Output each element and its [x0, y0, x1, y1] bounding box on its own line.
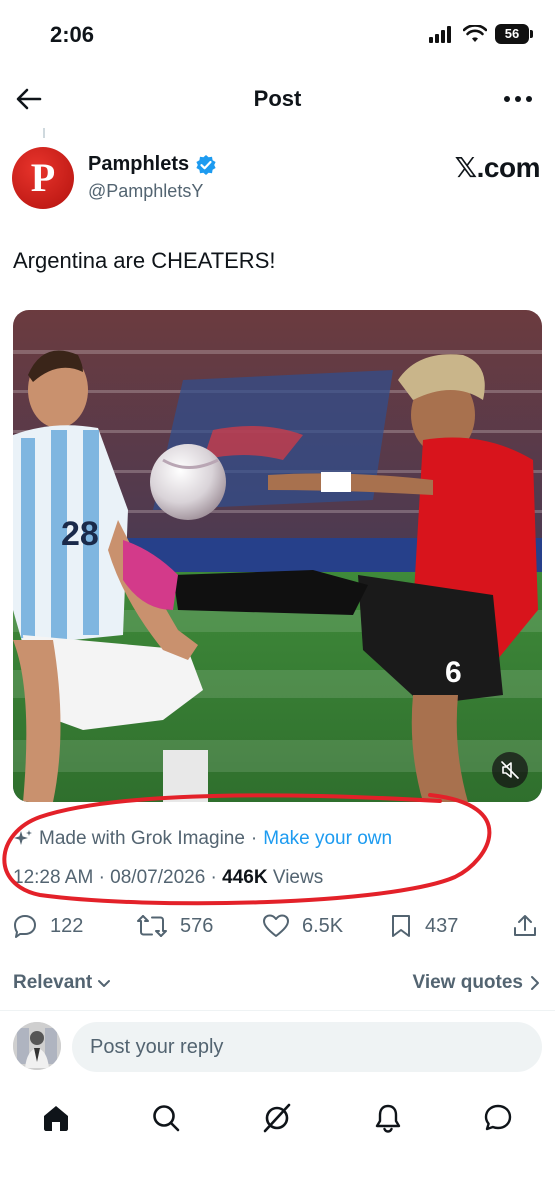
post-metadata: 12:28 AM · 08/07/2026 · 446K Views: [13, 867, 323, 889]
red-circle-annotation: [2, 793, 492, 906]
reply-input[interactable]: [72, 1022, 542, 1072]
reply-filter-row: Relevant View quotes: [13, 970, 541, 1000]
status-bar: 2:06 56: [0, 0, 555, 70]
verified-badge-icon: [196, 154, 216, 175]
mute-toggle[interactable]: [492, 752, 528, 788]
speaker-muted-icon: [501, 761, 519, 779]
post-video[interactable]: 28 6: [13, 310, 542, 802]
sparkle-icon: [14, 830, 32, 845]
comment-icon: [14, 915, 36, 938]
post-text: Argentina are CHEATERS!: [13, 248, 276, 273]
nav-home[interactable]: [36, 1098, 76, 1138]
reply-count: 122: [50, 914, 84, 937]
author-name-row[interactable]: Pamphlets: [88, 153, 217, 176]
status-time: 2:06: [50, 22, 95, 47]
source-label: 𝕏.com: [454, 152, 541, 183]
message-icon: [484, 1104, 512, 1131]
post-time[interactable]: 12:28 AM: [13, 867, 93, 888]
like-count: 6.5K: [302, 914, 344, 937]
status-icons: 56: [429, 24, 533, 44]
share-action[interactable]: [512, 913, 538, 939]
sort-label: Relevant: [13, 972, 93, 993]
more-options-button[interactable]: [501, 84, 535, 114]
view-quotes-link[interactable]: View quotes: [412, 972, 541, 994]
views-count[interactable]: 446K: [222, 867, 267, 888]
more-horizontal-icon: [504, 96, 532, 102]
make-your-own-link[interactable]: Make your own: [263, 828, 392, 850]
search-icon: [153, 1105, 180, 1132]
meta-separator: ·: [210, 867, 217, 888]
author-handle[interactable]: @PamphletsY: [88, 181, 203, 202]
thread-connector: [43, 128, 45, 138]
post-actions: 122 576 6.5K 437: [12, 905, 542, 949]
svg-text:28: 28: [61, 515, 99, 553]
author-name[interactable]: Pamphlets: [88, 153, 189, 176]
share-icon: [514, 915, 536, 936]
nav-notifications[interactable]: [368, 1098, 408, 1138]
repost-action[interactable]: 576: [136, 913, 213, 939]
view-quotes-label: View quotes: [412, 972, 523, 993]
svg-text:6: 6: [445, 656, 462, 689]
post-date[interactable]: 08/07/2026: [110, 867, 205, 888]
bell-icon: [375, 1104, 401, 1133]
post-header: Post: [0, 70, 555, 128]
battery-indicator: 56: [495, 24, 533, 44]
chevron-right-icon: [531, 976, 539, 990]
grok-text: Made with Grok Imagine: [39, 828, 245, 849]
views-label[interactable]: Views: [273, 867, 323, 888]
user-avatar-image: [13, 1022, 61, 1070]
like-action[interactable]: 6.5K: [262, 913, 343, 939]
bookmark-count: 437: [425, 914, 459, 937]
wifi-icon: [463, 25, 487, 42]
grok-attribution: Made with Grok Imagine · Make your own: [13, 828, 392, 850]
page-title: Post: [253, 86, 302, 111]
bottom-navigation: [0, 1090, 555, 1150]
home-icon: [44, 1106, 68, 1131]
repost-icon: [137, 915, 167, 937]
author-avatar[interactable]: P: [12, 147, 74, 209]
video-frame: 28 6: [13, 310, 542, 802]
chevron-down-icon: [98, 980, 111, 987]
nav-search[interactable]: [146, 1098, 186, 1138]
nav-grok[interactable]: [257, 1098, 297, 1138]
reply-action[interactable]: 122: [12, 913, 83, 939]
avatar-letter: P: [30, 154, 56, 200]
grok-separator: ·: [250, 828, 258, 849]
sort-dropdown[interactable]: Relevant: [13, 972, 112, 994]
user-avatar[interactable]: [13, 1022, 61, 1070]
grok-icon: [263, 1103, 291, 1133]
bookmark-action[interactable]: 437: [389, 913, 458, 939]
divider: [0, 1010, 555, 1011]
nav-messages[interactable]: [478, 1098, 518, 1138]
meta-separator: ·: [98, 867, 105, 888]
post-author: P Pamphlets @PamphletsY 𝕏.com: [12, 145, 542, 211]
bookmark-icon: [392, 915, 410, 937]
heart-icon: [263, 914, 289, 937]
repost-count: 576: [180, 914, 214, 937]
cellular-signal-icon: [429, 26, 451, 43]
